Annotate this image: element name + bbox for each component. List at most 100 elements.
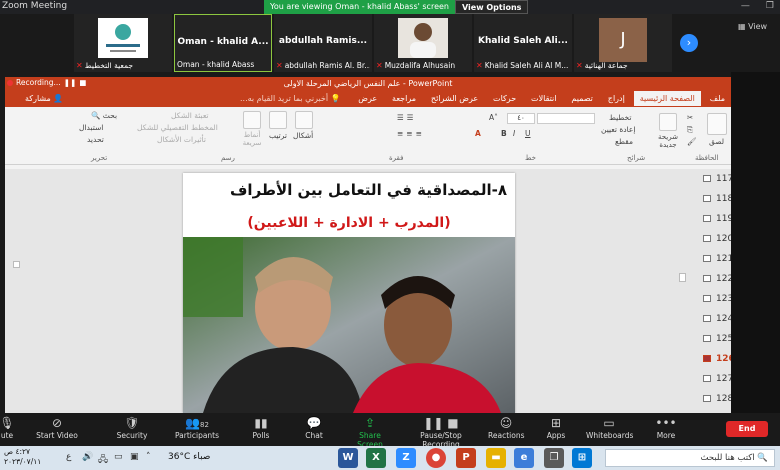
volume-icon[interactable]: 🔊 bbox=[82, 452, 93, 462]
thumbnail-item[interactable]: 119 bbox=[695, 211, 731, 229]
participant-tile[interactable]: abdullah Ramis... ✕ abdullah Ramis Al. Br… bbox=[274, 14, 372, 72]
chrome-icon[interactable]: ● bbox=[426, 448, 446, 468]
thumbnail-item[interactable]: 122 bbox=[695, 271, 731, 289]
tab-animations[interactable]: حركات bbox=[487, 91, 522, 106]
tray-overflow-icon[interactable]: ˄ bbox=[146, 452, 151, 462]
view-button[interactable]: ▦ View bbox=[738, 22, 767, 31]
tell-me-box[interactable]: 💡 أخبرني بما تريد القيام به... bbox=[240, 94, 341, 103]
bullets-icon[interactable]: ☰☰ bbox=[397, 113, 416, 122]
tab-file[interactable]: ملف bbox=[704, 91, 731, 106]
paste-button[interactable]: لصق bbox=[709, 137, 724, 146]
security-button[interactable]: 🛡 Security bbox=[114, 415, 150, 440]
polls-button[interactable]: ▮▮ Polls bbox=[248, 415, 274, 440]
language-indicator[interactable]: ع bbox=[66, 452, 71, 462]
participant-tile[interactable]: Khalid Saleh Ali... ✕ Khalid Saleh Ali Al… bbox=[474, 14, 572, 72]
arrange-icon[interactable] bbox=[269, 111, 287, 129]
excel-icon[interactable]: X bbox=[366, 448, 386, 468]
scroll-marker[interactable] bbox=[679, 273, 686, 282]
bold-icon[interactable]: B bbox=[501, 129, 507, 138]
increase-font-icon[interactable]: A˄ bbox=[489, 113, 498, 122]
tab-slideshow[interactable]: عرض الشرائح bbox=[425, 91, 484, 106]
arrange-button[interactable]: ترتيب bbox=[269, 131, 287, 140]
thumbnail-item[interactable]: 123 bbox=[695, 291, 731, 309]
font-name-field[interactable] bbox=[537, 113, 595, 124]
find-button[interactable]: 🔍 بحث bbox=[91, 111, 117, 120]
tab-insert[interactable]: إدراج bbox=[602, 91, 631, 106]
battery-icon[interactable]: ▭ bbox=[114, 452, 123, 462]
toolbar-label: Participants bbox=[174, 431, 220, 440]
copy-icon[interactable]: ⎘ bbox=[687, 125, 693, 135]
thumbnail-item[interactable]: 121 bbox=[695, 251, 731, 269]
chat-button[interactable]: 💬 Chat bbox=[302, 415, 326, 440]
participants-button[interactable]: 👥82 Participants bbox=[174, 415, 220, 440]
edge-icon[interactable]: e bbox=[514, 448, 534, 468]
maximize-icon[interactable]: ❐ bbox=[766, 1, 774, 11]
tab-transitions[interactable]: انتقالات bbox=[525, 91, 562, 106]
tab-design[interactable]: تصميم bbox=[565, 91, 599, 106]
network-icon[interactable]: 🖧 bbox=[98, 452, 108, 468]
thumbnail-item-selected[interactable]: 126 bbox=[695, 351, 731, 369]
shape-effects-button[interactable]: تأثيرات الأشكال bbox=[157, 135, 206, 144]
store-icon[interactable]: ⊞ bbox=[572, 448, 592, 468]
thumbnail-item[interactable]: 118 bbox=[695, 191, 731, 209]
participant-tile[interactable]: J ✕ جماعة الهنائية bbox=[574, 14, 672, 72]
participant-tile-active[interactable]: Oman - khalid A... Oman - khalid Abass bbox=[174, 14, 272, 72]
apps-button[interactable]: ⊞ Apps bbox=[544, 415, 568, 440]
font-color-icon[interactable]: A bbox=[475, 129, 481, 138]
zoom-app-icon[interactable]: Z bbox=[396, 448, 416, 468]
font-size-field[interactable]: ٤٠ bbox=[507, 113, 535, 124]
word-icon[interactable]: W bbox=[338, 448, 358, 468]
paste-icon[interactable] bbox=[707, 113, 727, 135]
new-slide-button[interactable]: شريحة جديدة bbox=[651, 133, 685, 149]
shapes-icon[interactable] bbox=[295, 111, 313, 129]
participant-tile[interactable]: ✕ جمعية التخطيط bbox=[74, 14, 172, 72]
tab-review[interactable]: مراجعة bbox=[386, 91, 422, 106]
powerpoint-icon[interactable]: P bbox=[456, 448, 476, 468]
minimize-icon[interactable]: — bbox=[741, 1, 750, 11]
share-button[interactable]: 👤 مشاركة bbox=[25, 94, 63, 103]
participant-tile[interactable]: ✕ Muzdalifa Alhusain bbox=[374, 14, 472, 72]
replace-button[interactable]: استبدال bbox=[79, 123, 103, 132]
task-view-icon[interactable]: ❐ bbox=[544, 448, 564, 468]
file-explorer-icon[interactable]: ▬ bbox=[486, 448, 506, 468]
taskbar-search[interactable]: 🔍 اكتب هنا للبحث bbox=[605, 449, 775, 467]
reset-button[interactable]: إعادة تعيين bbox=[601, 125, 635, 134]
underline-icon[interactable]: U bbox=[525, 129, 531, 138]
thumbnail-item[interactable]: 120 bbox=[695, 231, 731, 249]
thumbnail-item[interactable]: 127 bbox=[695, 371, 731, 389]
more-button[interactable]: ••• More bbox=[654, 415, 678, 440]
thumbnail-item[interactable]: 117 bbox=[695, 171, 731, 189]
scroll-marker[interactable] bbox=[13, 261, 20, 268]
select-button[interactable]: تحديد bbox=[87, 135, 104, 144]
shape-outline-button[interactable]: المخطط التفصيلي للشكل bbox=[137, 123, 218, 132]
align-icon[interactable]: ≡≡≡ bbox=[397, 129, 425, 138]
tab-home[interactable]: الصفحة الرئيسية bbox=[633, 91, 701, 106]
current-slide[interactable]: ٨-المصداقية في التعامل بين الأطراف (المد… bbox=[183, 173, 515, 413]
share-screen-button[interactable]: ⇪ Share Screen bbox=[346, 415, 394, 449]
zoom-tray-icon[interactable]: ▣ bbox=[130, 452, 139, 462]
quick-styles-icon[interactable] bbox=[243, 111, 261, 129]
new-slide-icon[interactable] bbox=[659, 113, 677, 131]
tab-view[interactable]: عرض bbox=[352, 91, 383, 106]
shape-fill-button[interactable]: تعبئة الشكل bbox=[171, 111, 209, 120]
weather-widget[interactable]: 36°C صباء bbox=[168, 452, 210, 462]
thumbnail-item[interactable]: 125 bbox=[695, 331, 731, 349]
layout-button[interactable]: تخطيط bbox=[609, 113, 631, 122]
format-painter-icon[interactable]: 🖌 bbox=[687, 137, 697, 146]
thumbnail-item[interactable]: 128 bbox=[695, 391, 731, 409]
end-meeting-button[interactable]: End bbox=[726, 421, 768, 437]
view-options-button[interactable]: View Options bbox=[454, 0, 529, 14]
whiteboards-button[interactable]: ▭ Whiteboards bbox=[586, 415, 633, 440]
taskbar-clock[interactable]: ٤:٢٧ ص ٢٠٢٣/٠٧/١١ bbox=[4, 447, 41, 467]
section-button[interactable]: مقطع bbox=[615, 137, 633, 146]
quick-styles-button[interactable]: أنماط سريعة bbox=[237, 131, 267, 147]
pause-stop-recording-button[interactable]: ❚❚ ■ Pause/Stop Recording bbox=[404, 415, 478, 449]
italic-icon[interactable]: I bbox=[513, 129, 515, 138]
next-page-icon[interactable]: › bbox=[680, 34, 698, 52]
mute-button[interactable]: 🎙 ute bbox=[0, 415, 18, 440]
shapes-button[interactable]: أشكال bbox=[293, 131, 313, 140]
start-video-button[interactable]: ⊘ Start Video bbox=[36, 415, 78, 440]
reactions-button[interactable]: ☺ Reactions bbox=[488, 415, 524, 440]
cut-icon[interactable]: ✂ bbox=[687, 113, 693, 122]
thumbnail-item[interactable]: 124 bbox=[695, 311, 731, 329]
